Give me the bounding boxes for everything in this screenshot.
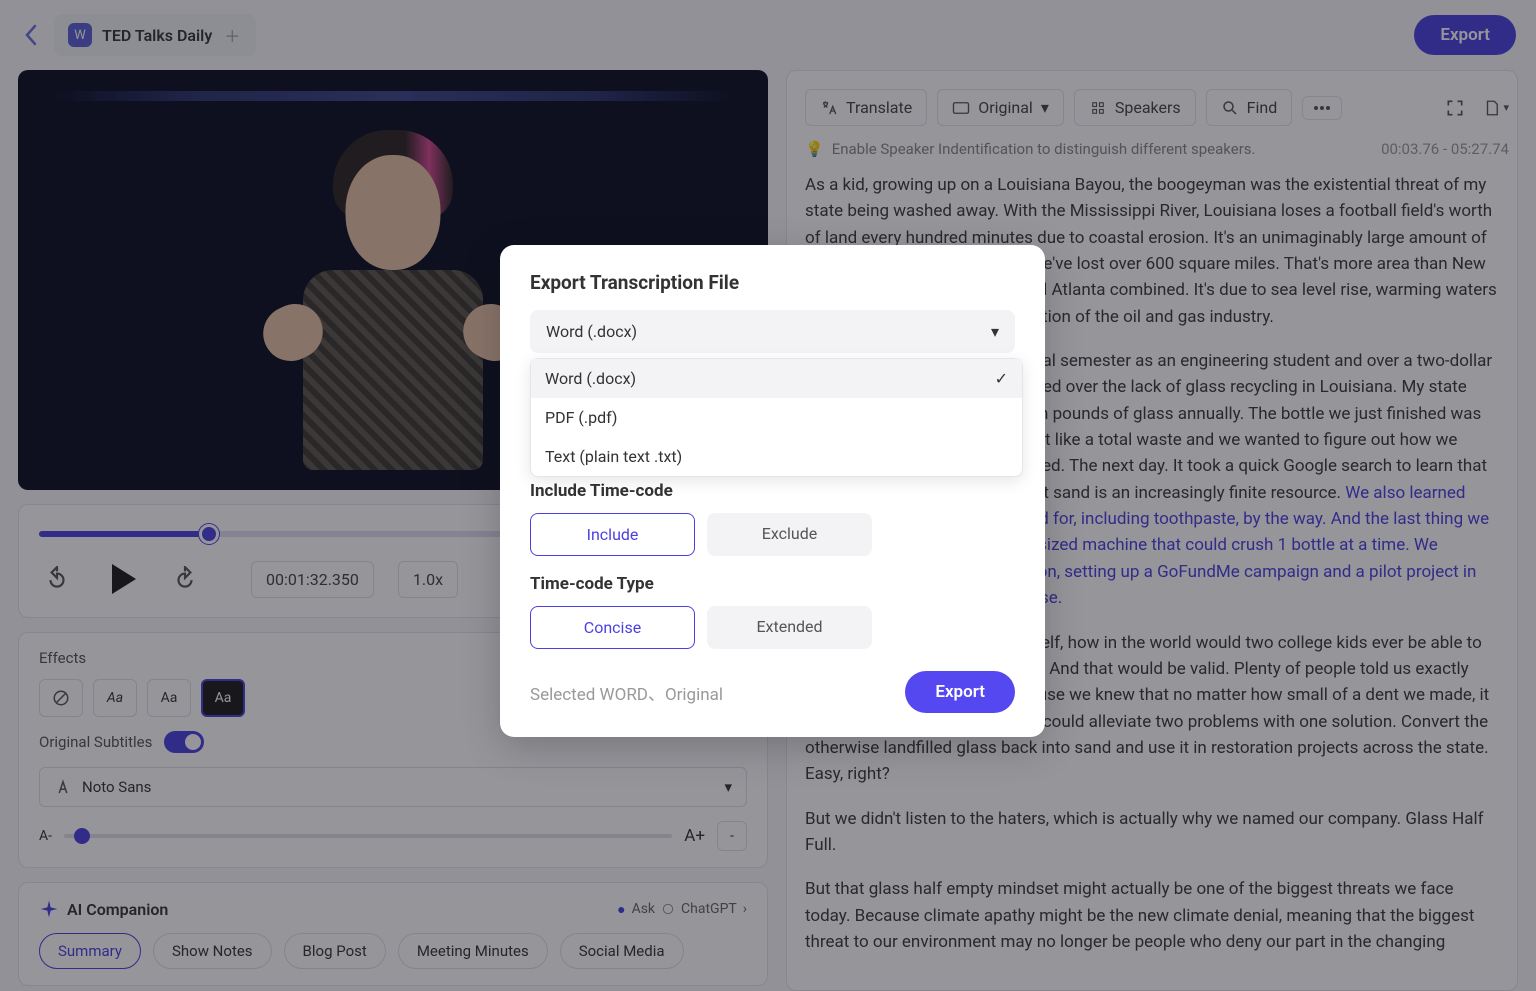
option-pdf[interactable]: PDF (.pdf) [531, 398, 1022, 437]
type-toggle-group: Concise Extended [530, 606, 1015, 649]
export-confirm-button[interactable]: Export [905, 671, 1015, 713]
option-txt[interactable]: Text (plain text .txt) [531, 437, 1022, 476]
selected-summary: Selected WORD、Original [530, 680, 723, 705]
include-button[interactable]: Include [530, 513, 695, 556]
format-dropdown: Word (.docx) ✓ PDF (.pdf) Text (plain te… [530, 358, 1023, 477]
extended-button[interactable]: Extended [707, 606, 872, 649]
exclude-button[interactable]: Exclude [707, 513, 872, 556]
format-select[interactable]: Word (.docx) ▾ Word (.docx) ✓ PDF (.pdf)… [530, 310, 1015, 353]
timecode-type-label: Time-code Type [530, 574, 1015, 594]
check-icon: ✓ [995, 369, 1008, 388]
modal-title: Export Transcription File [530, 271, 1015, 294]
concise-button[interactable]: Concise [530, 606, 695, 649]
include-toggle-group: Include Exclude [530, 513, 1015, 556]
export-modal: Export Transcription File Word (.docx) ▾… [500, 245, 1045, 737]
modal-footer: Selected WORD、Original Export [530, 671, 1015, 713]
include-timecode-label: Include Time-code [530, 481, 1015, 501]
chevron-down-icon: ▾ [991, 322, 999, 341]
option-word[interactable]: Word (.docx) ✓ [531, 359, 1022, 398]
